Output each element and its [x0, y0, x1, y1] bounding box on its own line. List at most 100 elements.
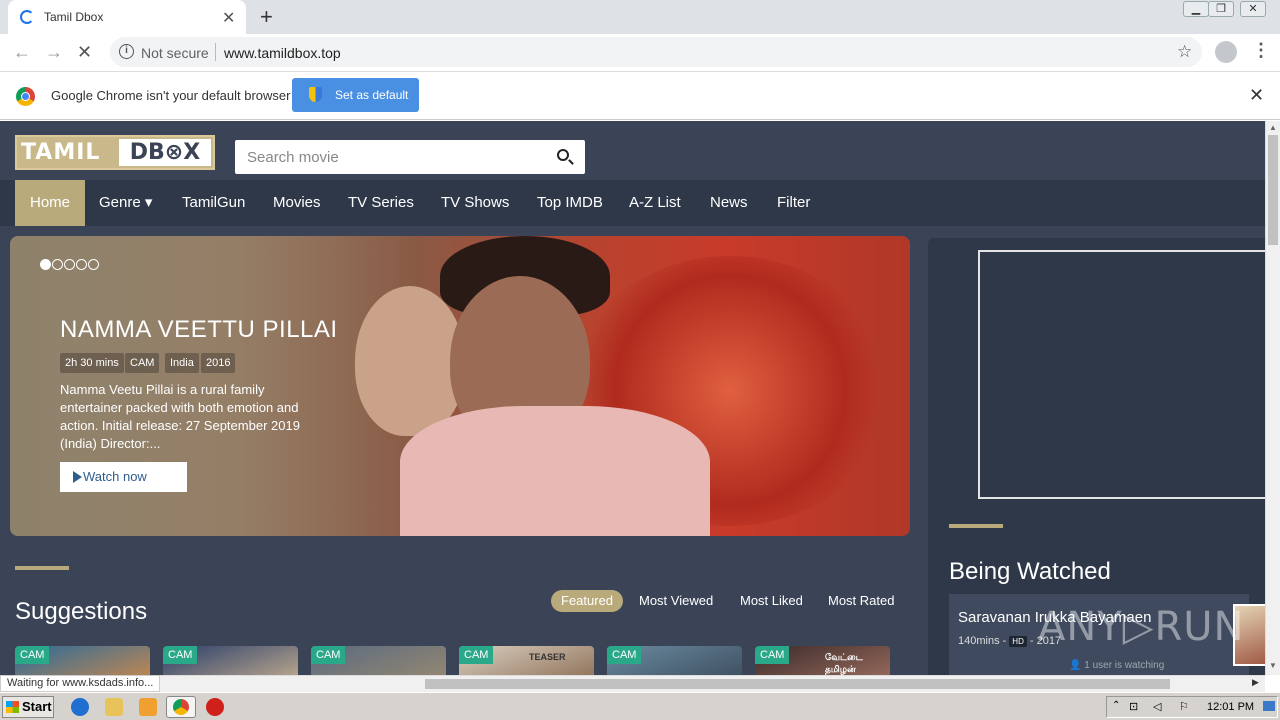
nav-top-imdb[interactable]: Top IMDB — [537, 180, 603, 226]
watch-now-button[interactable]: Watch now — [60, 462, 187, 492]
start-button[interactable]: Start — [2, 696, 54, 718]
restore-button[interactable]: ❐ — [1208, 1, 1234, 17]
page-scrollbar[interactable]: ▲ ▼ — [1265, 121, 1280, 675]
nav-movies[interactable]: Movies — [273, 180, 321, 226]
nav-tv-series[interactable]: TV Series — [348, 180, 414, 226]
hero-description: Namma Veetu Pillai is a rural family ent… — [60, 382, 300, 451]
forward-icon[interactable]: → — [45, 42, 63, 63]
nav-tamilgun[interactable]: TamilGun — [182, 180, 245, 226]
watch-now-label: Watch now — [83, 469, 147, 484]
chrome-logo-icon — [16, 87, 35, 106]
security-app-icon[interactable] — [206, 698, 224, 716]
tab-strip: Tamil Dbox ✕ + ▁ ❐ ✕ — [0, 0, 1280, 34]
scroll-down-icon[interactable]: ▼ — [1269, 661, 1277, 670]
status-bubble: Waiting for www.ksdads.info... — [0, 675, 161, 692]
hero-badge-year: 2016 — [201, 353, 236, 373]
hero-figure-woman — [355, 286, 465, 436]
loading-spinner-icon — [20, 10, 34, 24]
show-desktop-icon[interactable] — [1263, 701, 1275, 711]
hero-badge-country: India — [165, 353, 199, 373]
poster-overlay-text: வேட்டை தமிழன் — [825, 652, 863, 674]
filter-most-rated[interactable]: Most Rated — [828, 590, 894, 612]
security-label: Not secure — [141, 45, 209, 61]
site-logo[interactable]: TAMIL DB⊗X — [15, 135, 215, 170]
bookmark-star-icon[interactable]: ☆ — [1177, 42, 1192, 62]
nav-genre[interactable]: Genre ▾ — [99, 180, 152, 226]
filter-most-viewed[interactable]: Most Viewed — [639, 590, 713, 612]
tray-expand-icon[interactable]: ⌃ — [1112, 700, 1120, 711]
scroll-thumb[interactable] — [1268, 135, 1278, 245]
close-window-button[interactable]: ✕ — [1240, 1, 1266, 17]
nav-a-z-list[interactable]: A-Z List — [629, 180, 681, 226]
hero-slider[interactable]: NAMMA VEETTU PILLAI 2h 30 mins CAM India… — [10, 236, 910, 536]
poster-quality-badge: CAM — [459, 646, 494, 664]
nav-news[interactable]: News — [710, 180, 748, 226]
suggestion-poster[interactable]: CAM — [163, 646, 298, 675]
poster-quality-badge: CAM — [607, 646, 642, 664]
browser-tab[interactable]: Tamil Dbox ✕ — [8, 0, 246, 34]
media-player-icon[interactable] — [139, 698, 157, 716]
infobar-close-icon[interactable]: ✕ — [1249, 85, 1264, 106]
browser-toolbar: ← → ✕ i Not secure www.tamildbox.top ☆ ⋮ — [0, 34, 1280, 72]
back-icon[interactable]: ← — [13, 42, 31, 63]
poster-quality-badge: CAM — [15, 646, 50, 664]
url-text[interactable]: www.tamildbox.top — [224, 45, 341, 61]
info-icon[interactable]: i — [119, 44, 134, 59]
search-input[interactable] — [235, 140, 545, 174]
anyrun-watermark: ANY▷RUN — [1038, 604, 1245, 650]
ie-icon[interactable] — [71, 698, 89, 716]
set-as-default-button[interactable]: Set as default — [292, 78, 419, 112]
suggestion-poster[interactable]: CAM — [15, 646, 150, 675]
slide-dot-3[interactable] — [64, 259, 75, 270]
close-tab-icon[interactable]: ✕ — [222, 8, 235, 28]
nav-tv-shows[interactable]: TV Shows — [441, 180, 509, 226]
profile-avatar-icon[interactable] — [1215, 41, 1237, 63]
minimize-button[interactable]: ▁ — [1183, 1, 1209, 17]
horizontal-scroll-thumb[interactable] — [425, 679, 1170, 689]
filter-most-liked[interactable]: Most Liked — [740, 590, 803, 612]
stop-icon[interactable]: ✕ — [77, 42, 92, 63]
slide-dot-2[interactable] — [52, 259, 63, 270]
search-box — [235, 140, 585, 174]
tab-title: Tamil Dbox — [44, 10, 104, 24]
main-nav: Home Genre ▾ TamilGun Movies TV Series T… — [0, 180, 1265, 226]
slide-dot-5[interactable] — [88, 259, 99, 270]
chrome-taskbar-button[interactable] — [166, 696, 196, 718]
nav-filter[interactable]: Filter — [777, 180, 810, 226]
scroll-right-icon[interactable]: ▶ — [1252, 677, 1259, 688]
search-icon[interactable] — [557, 149, 569, 161]
hero-figure-shirt — [400, 406, 710, 536]
slide-dot-1[interactable] — [40, 259, 51, 270]
clock[interactable]: 12:01 PM — [1207, 701, 1254, 713]
slide-dot-4[interactable] — [76, 259, 87, 270]
sidebar-divider — [949, 524, 1003, 528]
poster-quality-badge: CAM — [163, 646, 198, 664]
suggestion-poster[interactable]: CAM — [311, 646, 446, 675]
flag-icon[interactable]: ⚐ — [1179, 700, 1189, 713]
network-icon[interactable]: ⊡ — [1129, 700, 1138, 713]
hero-badge-quality: CAM — [125, 353, 160, 373]
hero-badge-duration: 2h 30 mins — [60, 353, 124, 373]
default-browser-infobar: Google Chrome isn't your default browser… — [0, 72, 1280, 120]
suggestion-poster[interactable]: CAM வேட்டை தமிழன் — [755, 646, 890, 675]
filter-featured[interactable]: Featured — [551, 590, 624, 612]
suggestion-poster[interactable]: CAM TEASER — [459, 646, 594, 675]
suggestions-divider — [15, 566, 69, 570]
set-as-default-label: Set as default — [335, 88, 409, 102]
poster-quality-badge: CAM — [311, 646, 346, 664]
folder-icon[interactable] — [105, 698, 123, 716]
poster-quality-badge: CAM — [755, 646, 790, 664]
shield-icon — [309, 87, 322, 102]
web-page: TAMIL DB⊗X Home Genre ▾ TamilGun Movies … — [0, 121, 1265, 675]
volume-icon[interactable]: ◁ — [1153, 700, 1161, 713]
windows-logo-icon — [6, 701, 19, 713]
new-tab-icon[interactable]: + — [260, 4, 273, 30]
menu-icon[interactable]: ⋮ — [1252, 40, 1270, 61]
horizontal-scrollbar[interactable]: ▶ — [0, 675, 1265, 692]
scroll-up-icon[interactable]: ▲ — [1269, 123, 1277, 132]
nav-home[interactable]: Home — [15, 180, 86, 226]
play-icon — [73, 471, 82, 483]
address-bar[interactable]: i Not secure www.tamildbox.top ☆ — [110, 37, 1202, 67]
ad-placeholder[interactable] — [978, 250, 1265, 499]
suggestion-poster[interactable]: CAM — [607, 646, 742, 675]
